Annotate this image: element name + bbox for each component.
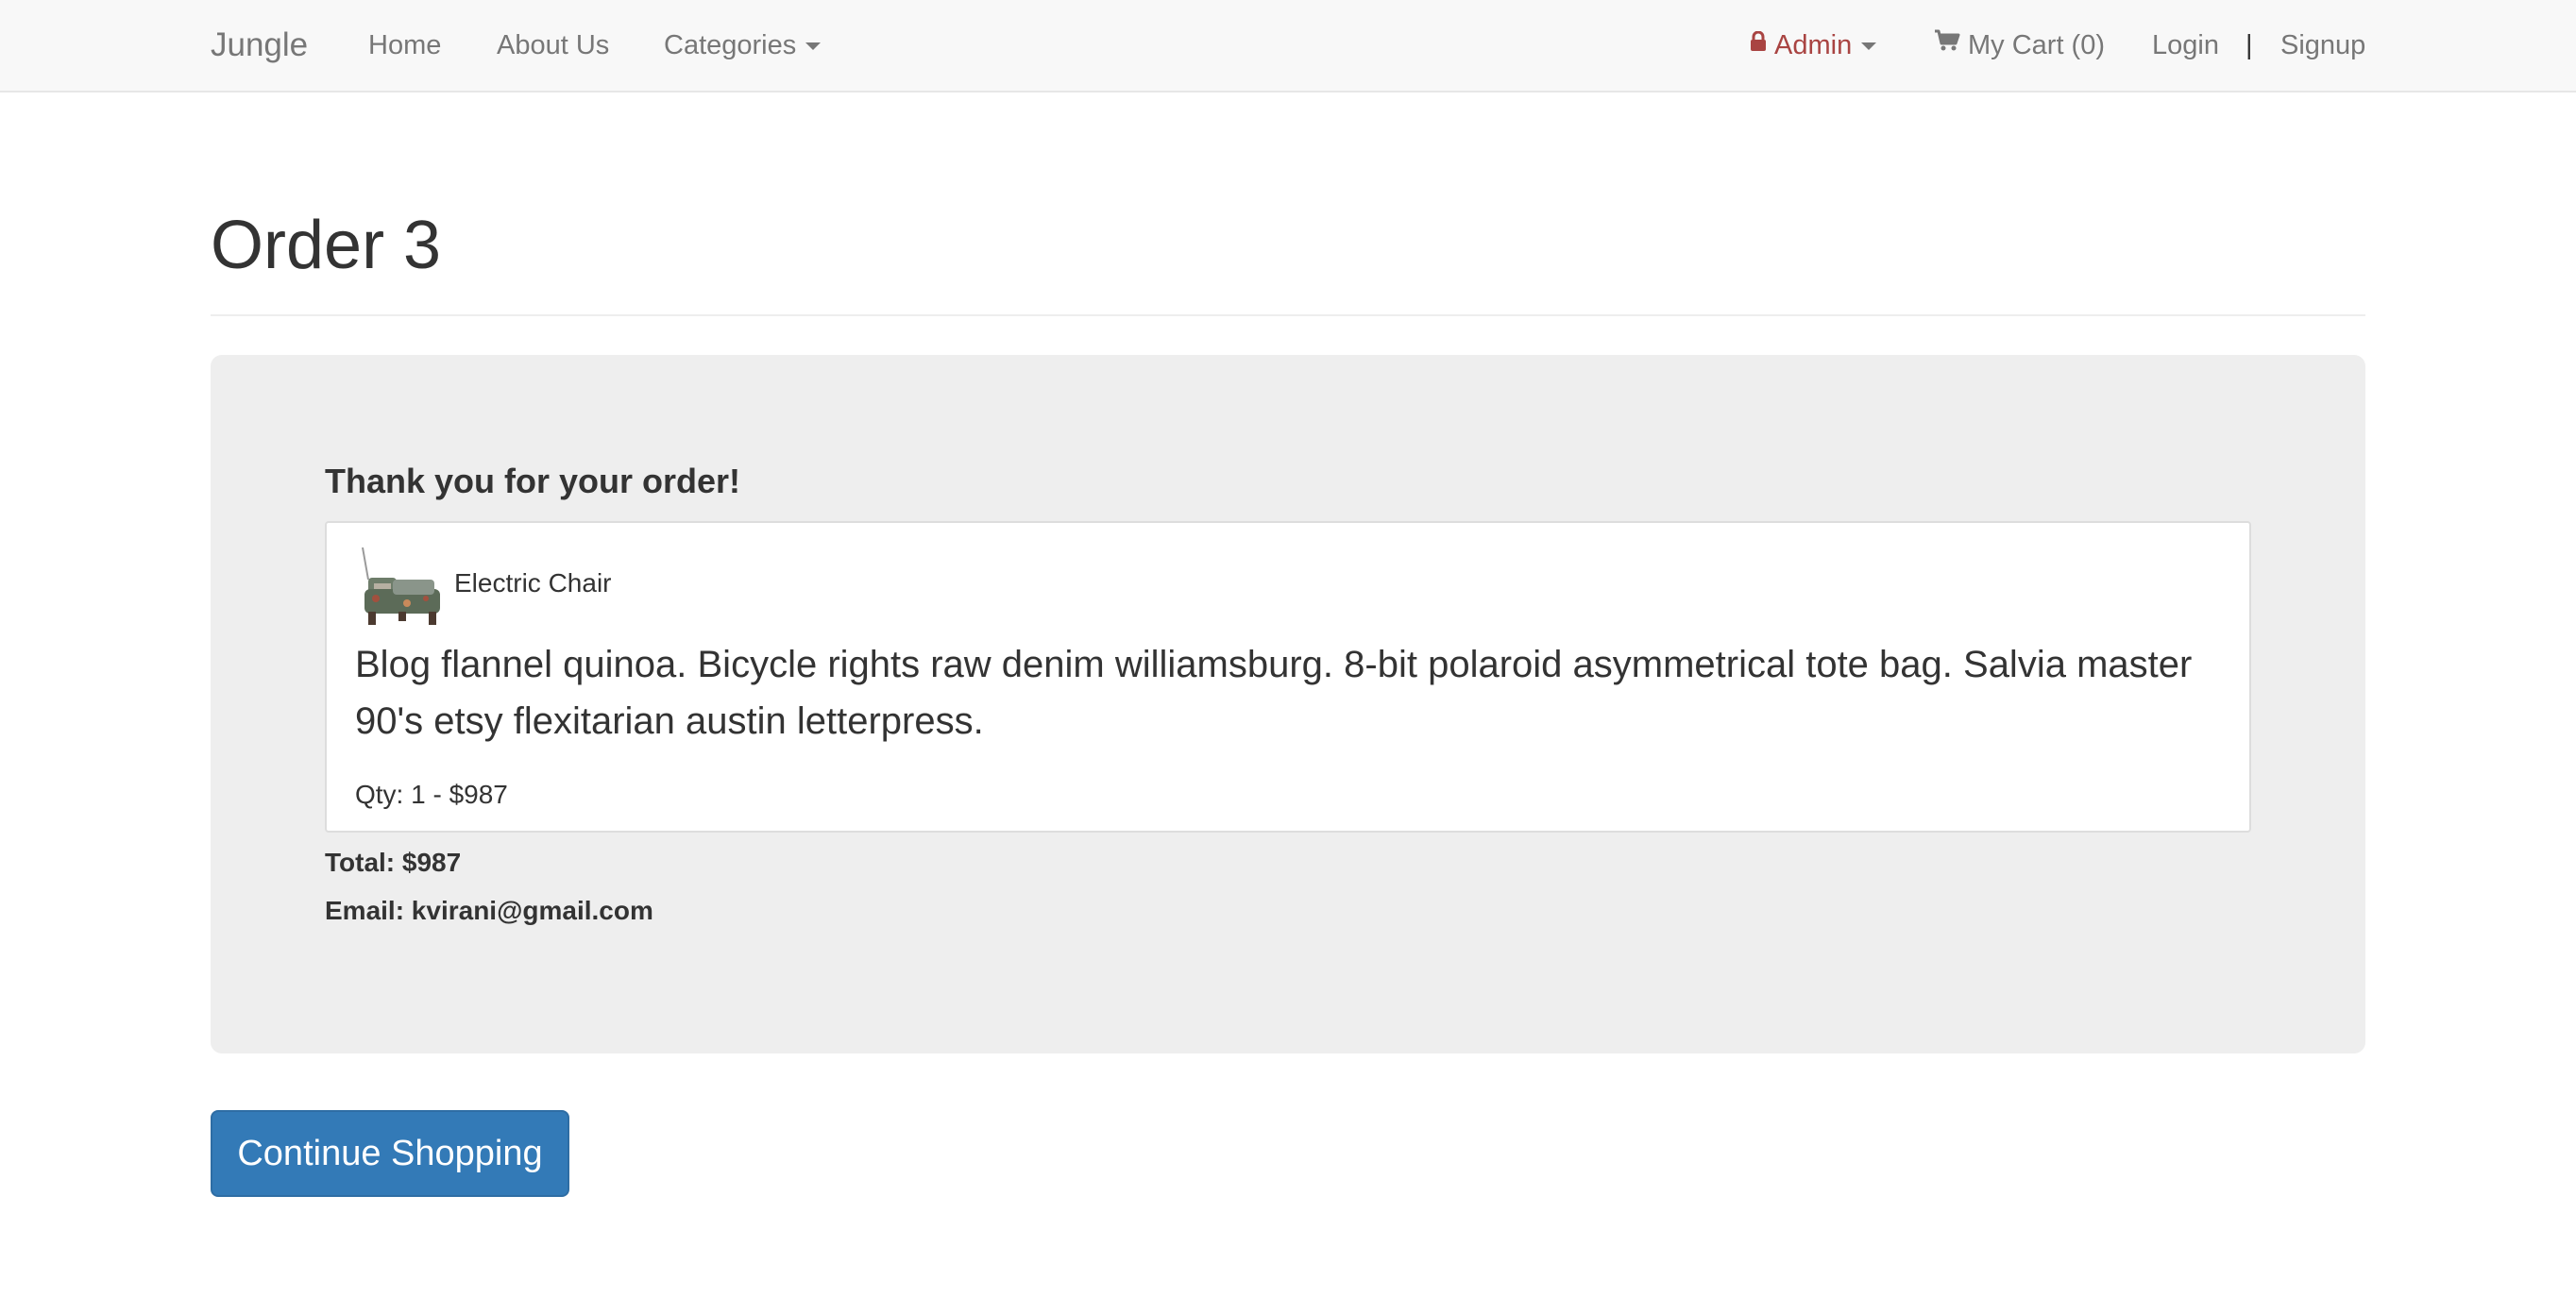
nav-separator: | [2246,30,2253,60]
product-name: Electric Chair [454,568,612,598]
nav-cart-link[interactable]: My Cart (0) [1934,0,2105,91]
order-summary-panel: Thank you for your order! Electric Chair… [211,355,2365,1053]
nav-signup-link[interactable]: Signup [2280,0,2365,91]
nav-admin-dropdown[interactable]: Admin [1750,0,1877,91]
header-divider [211,314,2365,316]
caret-down-icon [805,42,822,51]
nav-admin-label: Admin [1774,30,1853,60]
thank-you-heading: Thank you for your order! [325,462,741,500]
lock-icon [1750,0,1767,89]
nav-categories-dropdown[interactable]: Categories [664,0,822,91]
order-email: Email: kvirani@gmail.com [325,896,653,925]
order-total: Total: $987 [325,848,462,877]
nav-home-link[interactable]: Home [368,0,441,91]
nav-cart-label: My Cart (0) [1968,30,2105,60]
continue-shopping-button[interactable]: Continue Shopping [211,1110,569,1197]
shopping-cart-icon [1934,0,1960,89]
nav-about-link[interactable]: About Us [497,0,609,91]
page-title: Order 3 [211,208,442,283]
brand-link[interactable]: Jungle [211,0,308,91]
navbar: Jungle Home About Us Categories Admin My… [0,0,2576,93]
nav-login-link[interactable]: Login [2152,0,2219,91]
product-description: Blog flannel quinoa. Bicycle rights raw … [355,644,2193,742]
product-quantity-price: Qty: 1 - $987 [355,780,508,809]
caret-down-icon [1861,42,1877,51]
product-thumbnail [355,542,446,632]
nav-categories-label: Categories [664,30,797,60]
order-item: Electric Chair Blog flannel quinoa. Bicy… [325,521,2251,833]
